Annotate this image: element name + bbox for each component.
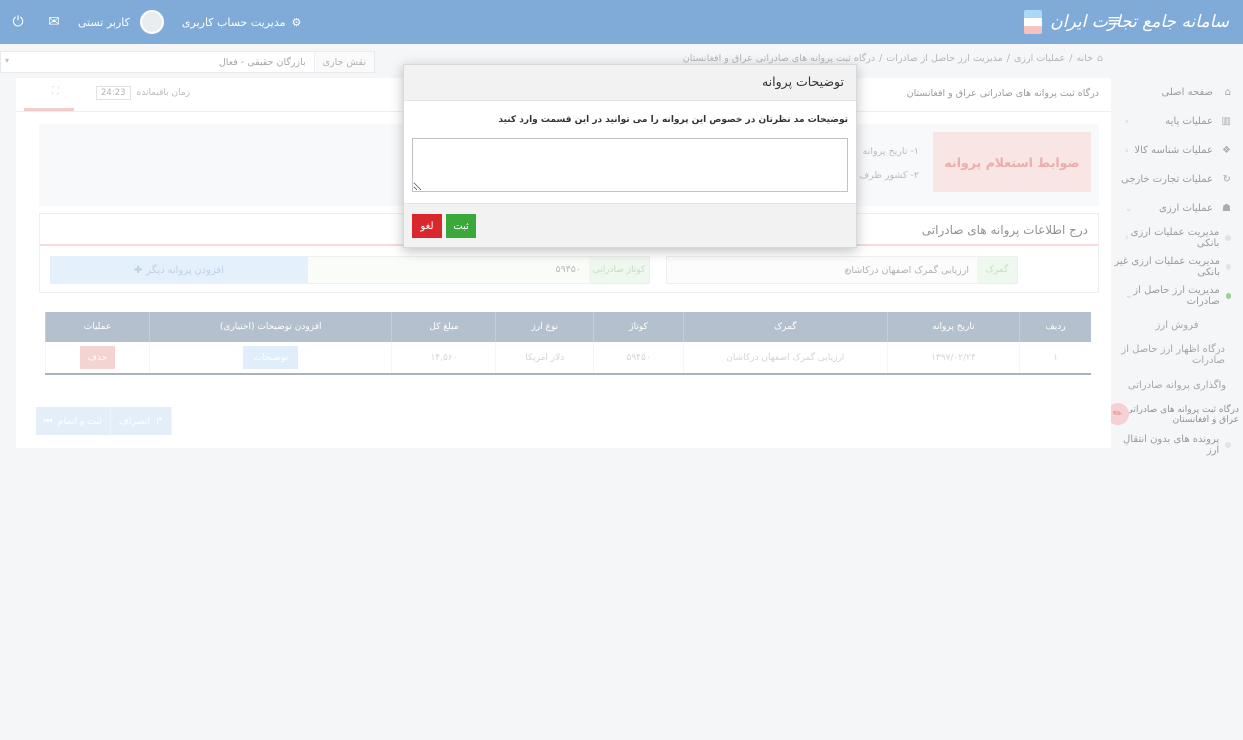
modal-body: توضیحات مد نظرتان در خصوص این پروانه را … bbox=[404, 101, 856, 204]
modal-footer: ثبت لغو bbox=[404, 203, 856, 247]
description-textarea[interactable] bbox=[412, 138, 848, 192]
modal-submit-button[interactable]: ثبت bbox=[446, 214, 476, 238]
license-description-modal: توضیحات پروانه توضیحات مد نظرتان در خصوص… bbox=[403, 64, 857, 248]
modal-title: توضیحات پروانه bbox=[761, 74, 844, 89]
modal-cancel-button[interactable]: لغو bbox=[412, 214, 442, 238]
modal-hint: توضیحات مد نظرتان در خصوص این پروانه را … bbox=[498, 115, 848, 125]
modal-header: توضیحات پروانه bbox=[404, 65, 856, 101]
